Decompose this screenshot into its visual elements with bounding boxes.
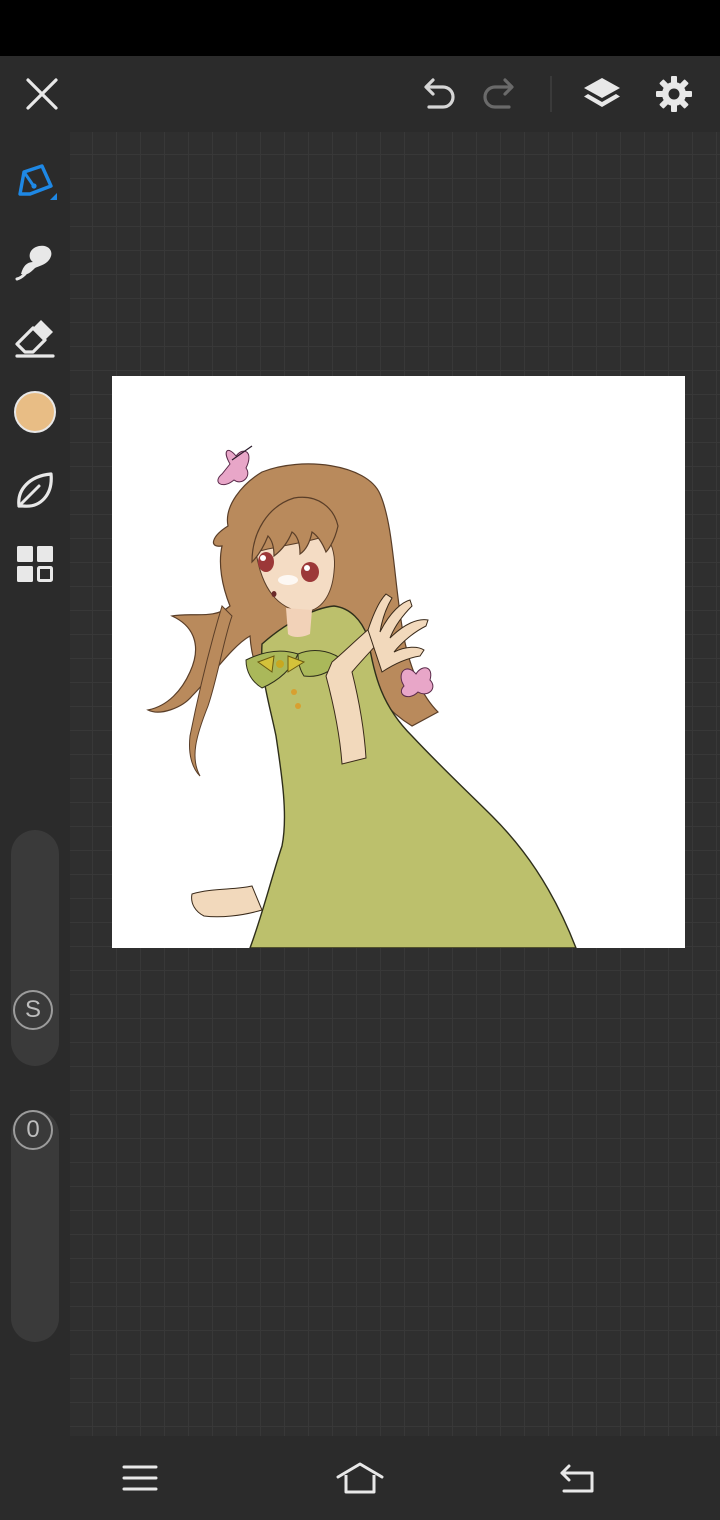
brush-size-slider[interactable] (11, 830, 59, 1066)
canvas-workspace[interactable] (70, 132, 720, 1436)
tool-sidebar: S 0 (0, 132, 70, 1436)
color-picker-button[interactable] (0, 382, 70, 442)
layers-button[interactable] (570, 56, 634, 132)
grid-icon (17, 546, 53, 582)
system-nav-bar (0, 1436, 720, 1520)
redo-icon (483, 78, 514, 109)
leaf-icon (17, 472, 53, 508)
toolbar-divider (550, 76, 552, 112)
settings-button[interactable] (642, 56, 706, 132)
brush-size-thumb[interactable]: S (13, 990, 53, 1030)
home-icon (336, 1462, 384, 1494)
brush-opacity-thumb[interactable]: 0 (13, 1110, 53, 1150)
close-icon (26, 78, 58, 110)
smudge-tool-button[interactable] (0, 230, 70, 290)
drawing-app: S 0 (0, 0, 720, 1520)
back-button[interactable] (518, 1436, 638, 1520)
menu-icon (122, 1465, 158, 1491)
artboard[interactable] (112, 376, 685, 948)
back-icon (560, 1464, 594, 1493)
eraser-tool-button[interactable] (0, 308, 70, 368)
pen-icon (18, 164, 57, 200)
shape-tool-button[interactable] (0, 460, 70, 520)
status-bar (0, 0, 720, 56)
materials-tool-button[interactable] (0, 534, 70, 594)
redo-button[interactable] (469, 56, 533, 132)
layers-icon (584, 78, 620, 107)
artwork-illustration (146, 445, 577, 948)
undo-button[interactable] (405, 56, 469, 132)
close-button[interactable] (10, 56, 74, 132)
smudge-icon (15, 245, 52, 281)
top-toolbar (0, 56, 720, 132)
brush-size-label: S (24, 996, 41, 1023)
home-button[interactable] (300, 1436, 420, 1520)
pen-tool-button[interactable] (0, 154, 70, 214)
undo-icon (424, 78, 455, 109)
menu-button[interactable] (80, 1436, 200, 1520)
color-swatch (14, 391, 56, 433)
brush-opacity-label: 0 (26, 1116, 40, 1143)
eraser-icon (15, 320, 55, 358)
gear-icon (656, 76, 692, 112)
